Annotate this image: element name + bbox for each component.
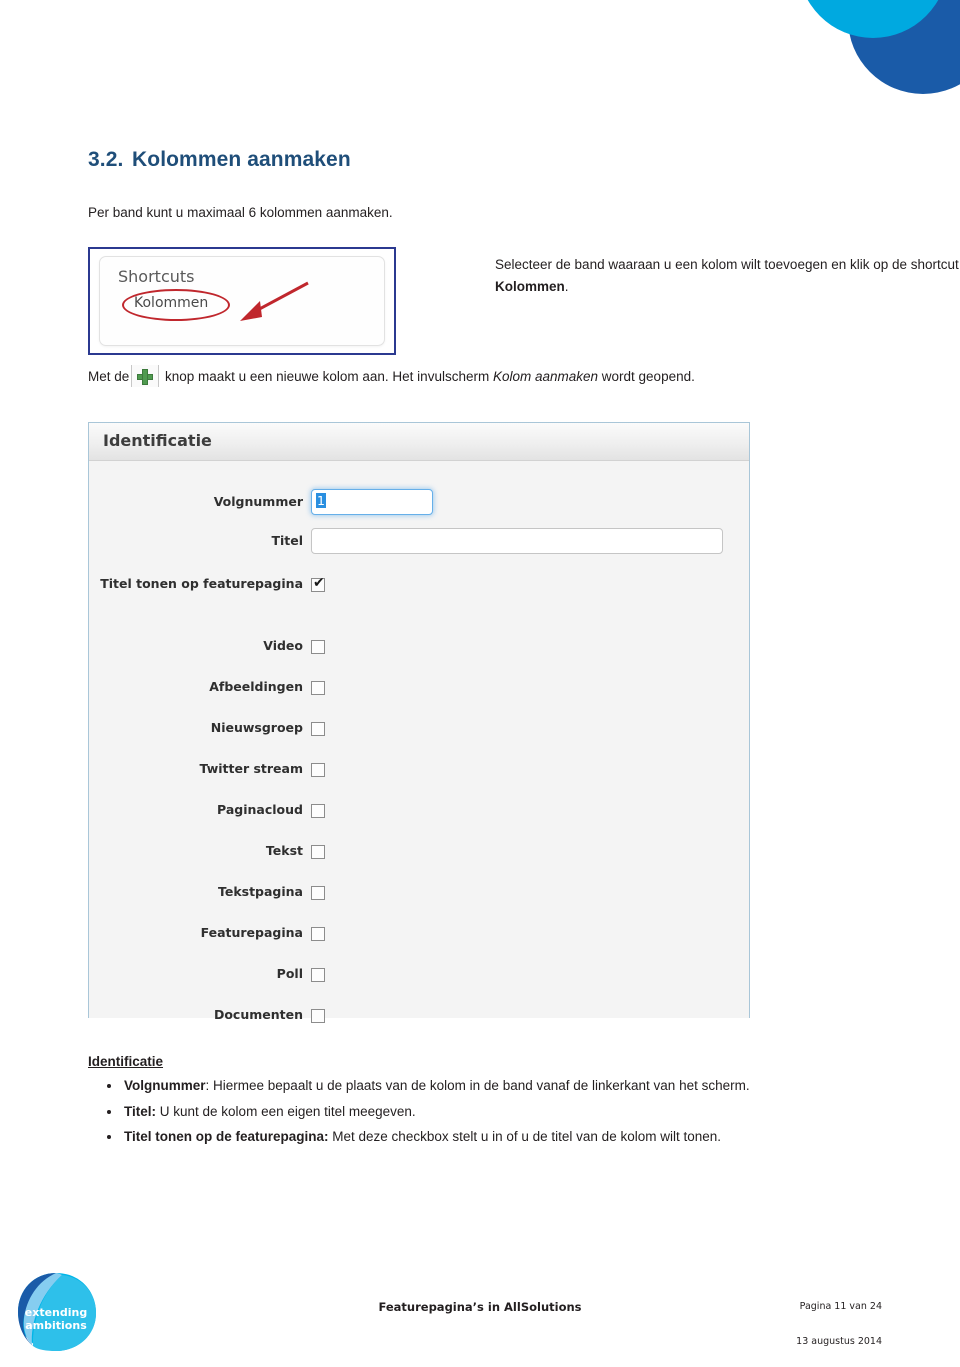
checkbox-twitter-stream[interactable] bbox=[311, 763, 325, 777]
label-tekst: Tekst bbox=[265, 843, 303, 858]
bullet-term: Titel tonen op de featurepagina: bbox=[124, 1129, 329, 1145]
explanation-bullet: Titel tonen op de featurepagina: Met dez… bbox=[88, 1127, 878, 1148]
checkbox-tekst[interactable] bbox=[311, 845, 325, 859]
form-header-bar: Identificatie bbox=[89, 423, 749, 461]
annotation-ellipse bbox=[122, 289, 230, 321]
side-note-text-before: Selecteer de band waaraan u een kolom wi… bbox=[495, 257, 959, 272]
form-screenshot: Identificatie Volgnummer 1 Titel Titel tone… bbox=[88, 422, 750, 1023]
checkbox-titel-tonen-op-featurepagina[interactable]: ✔ bbox=[311, 575, 325, 592]
page-title: 3.2. Kolommen aanmaken bbox=[88, 148, 351, 172]
label-poll: Poll bbox=[276, 966, 303, 981]
checkbox-documenten[interactable] bbox=[311, 1009, 325, 1023]
label-video: Video bbox=[263, 638, 303, 653]
bullet-term: Volgnummer bbox=[124, 1078, 206, 1093]
label-afbeeldingen: Afbeeldingen bbox=[209, 679, 303, 694]
side-note-bold-word: Kolommen bbox=[495, 279, 565, 295]
form-row-documenten: Documenten bbox=[89, 1007, 749, 1029]
label-titel-tonen-op-featurepagina: Titel tonen op featurepagina bbox=[100, 576, 303, 591]
side-note-text-after: . bbox=[564, 279, 569, 295]
checkbox-video[interactable] bbox=[311, 640, 325, 654]
form-row-video: Video bbox=[89, 638, 749, 660]
checkbox-nieuwsgroep[interactable] bbox=[311, 722, 325, 736]
shortcuts-panel: Shortcuts Kolommen bbox=[99, 256, 385, 346]
form-row-afbeeldingen: Afbeeldingen bbox=[89, 679, 749, 701]
explanation-bullet-list: Volgnummer: Hiermee bepaalt u de plaats … bbox=[88, 1076, 878, 1148]
footer-date: 13 augustus 2014 bbox=[796, 1336, 882, 1347]
plus-icon-vertical-bar bbox=[142, 369, 149, 385]
checkbox-featurepagina[interactable] bbox=[311, 927, 325, 941]
section-title-text: Kolommen aanmaken bbox=[132, 148, 351, 171]
explanation-bullet: Volgnummer: Hiermee bepaalt u de plaats … bbox=[88, 1076, 878, 1097]
intro-paragraph: Per band kunt u maximaal 6 kolommen aanm… bbox=[88, 205, 393, 220]
form-row-titel: Titel bbox=[89, 528, 749, 554]
form-row-nieuwsgroep: Nieuwsgroep bbox=[89, 720, 749, 742]
checkmark-icon: ✔ bbox=[313, 575, 325, 591]
plus-line-italic: Kolom aanmaken bbox=[492, 369, 599, 384]
bullet-text: Met deze checkbox stelt u in of u de tit… bbox=[328, 1129, 721, 1145]
shortcuts-panel-title: Shortcuts bbox=[118, 267, 195, 286]
explanation-bullet: Titel: U kunt de kolom een eigen titel m… bbox=[88, 1102, 878, 1123]
form-row-featurepagina: Featurepagina bbox=[89, 925, 749, 947]
form-row-tekstpagina: Tekstpagina bbox=[89, 884, 749, 906]
label-tekstpagina: Tekstpagina bbox=[217, 884, 303, 899]
plus-line-after: knop maakt u een nieuwe kolom aan. Het i… bbox=[161, 369, 493, 384]
shortcuts-screenshot: Shortcuts Kolommen bbox=[88, 247, 396, 355]
input-volgnummer[interactable]: 1 bbox=[311, 489, 433, 515]
input-titel[interactable] bbox=[311, 528, 723, 554]
form-row-tekst: Tekst bbox=[89, 843, 749, 865]
plus-icon bbox=[131, 365, 160, 387]
annotation-arrow-icon bbox=[240, 281, 309, 321]
checkbox-tekstpagina[interactable] bbox=[311, 886, 325, 900]
checkbox-paginacloud[interactable] bbox=[311, 804, 325, 818]
plus-line-before: Met de bbox=[88, 369, 130, 384]
bullet-term: Titel: bbox=[124, 1103, 157, 1119]
label-nieuwsgroep: Nieuwsgroep bbox=[210, 720, 303, 735]
form-row-volgnummer: Volgnummer 1 bbox=[89, 489, 749, 515]
form-row-titel-tonen-op-featurepagina: Titel tonen op featurepagina ✔ bbox=[89, 576, 749, 598]
form-header-title: Identificatie bbox=[103, 431, 212, 450]
form-row-twitter-stream: Twitter stream bbox=[89, 761, 749, 783]
label-volgnummer: Volgnummer bbox=[213, 494, 303, 509]
input-value: 1 bbox=[316, 493, 326, 508]
bullet-text: : Hiermee bepaalt u de plaats van de kol… bbox=[205, 1078, 750, 1093]
header-decoration bbox=[780, 0, 960, 120]
section-number: 3.2. bbox=[88, 148, 124, 171]
deco-circle-dark-blue bbox=[848, 0, 960, 94]
plus-line-tail: wordt geopend. bbox=[598, 369, 695, 384]
bullet-text: U kunt de kolom een eigen titel meegeven… bbox=[156, 1103, 416, 1119]
footer-page-number: Pagina 11 van 24 bbox=[799, 1301, 882, 1312]
checkbox-afbeeldingen[interactable] bbox=[311, 681, 325, 695]
checkbox-poll[interactable] bbox=[311, 968, 325, 982]
deco-circle-cyan bbox=[798, 0, 948, 38]
label-paginacloud: Paginacloud bbox=[217, 802, 303, 817]
logo-line-2: ambitions bbox=[25, 1319, 87, 1332]
form-row-poll: Poll bbox=[89, 966, 749, 988]
form-row-paginacloud: Paginacloud bbox=[89, 802, 749, 824]
plus-button-paragraph: Met de knop maakt u een nieuwe kolom aan… bbox=[88, 365, 695, 387]
form-body: Volgnummer 1 Titel Titel tonen op featurepa… bbox=[89, 461, 749, 1023]
explanation-title: Identificatie bbox=[88, 1054, 164, 1069]
explanation-block: Identificatie Volgnummer: Hiermee bepaal… bbox=[88, 1054, 878, 1153]
side-note-paragraph: Selecteer de band waaraan u een kolom wi… bbox=[495, 254, 960, 299]
label-documenten: Documenten bbox=[213, 1007, 303, 1022]
label-featurepagina: Featurepagina bbox=[200, 925, 303, 940]
label-titel: Titel bbox=[271, 533, 303, 548]
label-twitter-stream: Twitter stream bbox=[199, 761, 303, 776]
